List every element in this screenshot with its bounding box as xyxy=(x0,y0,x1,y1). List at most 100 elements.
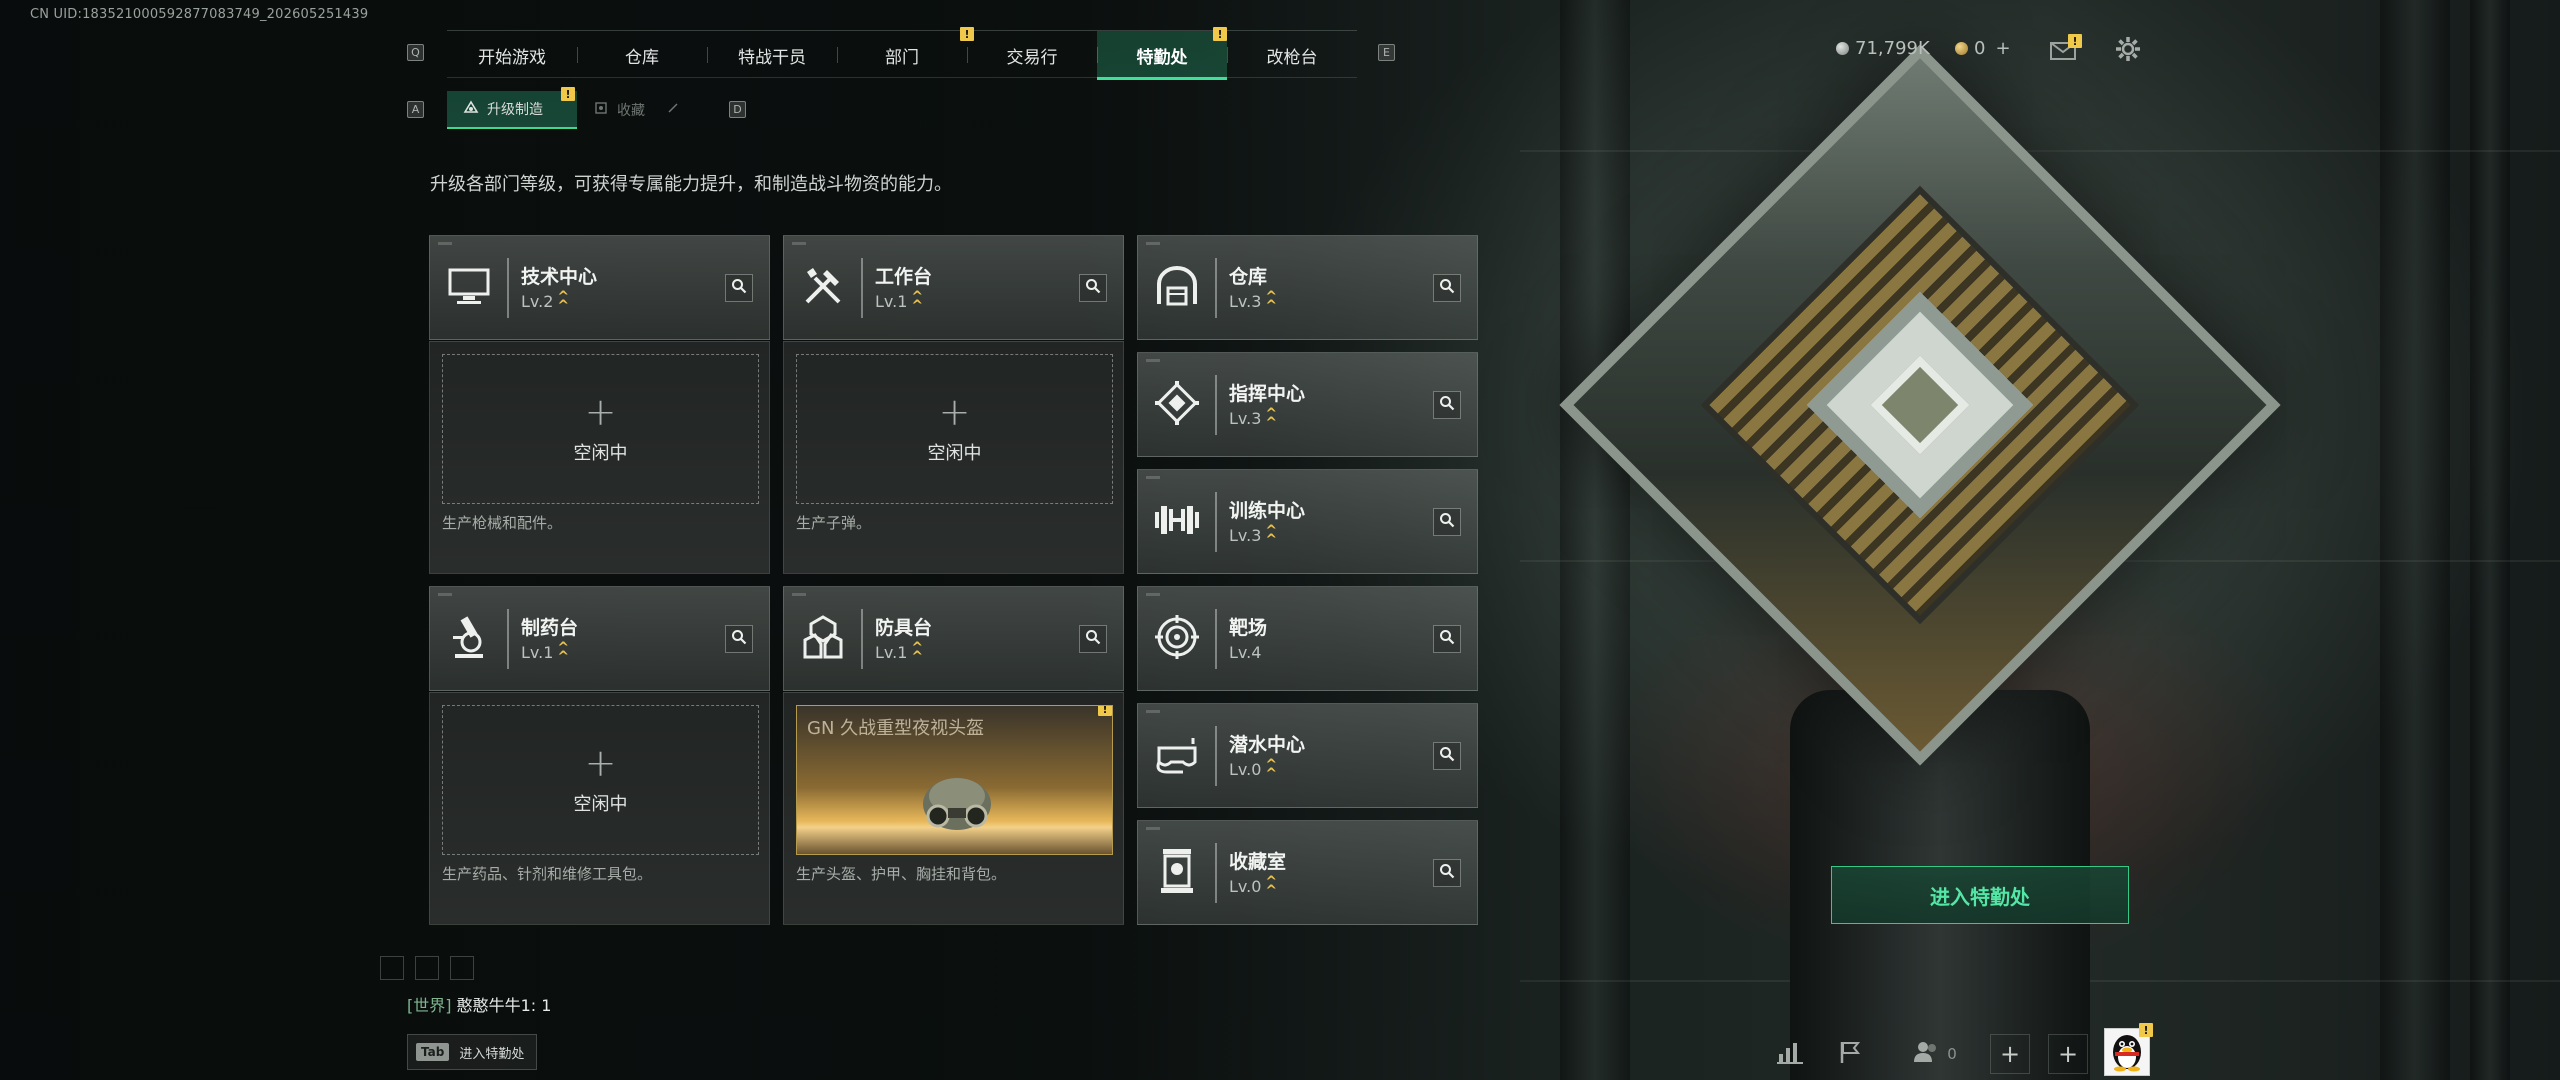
tab-warehouse[interactable]: 仓库 xyxy=(577,31,707,79)
plus-icon: + xyxy=(1999,1040,2021,1068)
coin-icon xyxy=(1836,42,1849,55)
facility-card-pharmacy[interactable]: 制药台 Lv.1 ^ ^ xyxy=(429,586,770,691)
flag-icon xyxy=(1838,1040,1862,1068)
subtab-collection[interactable]: 收藏 xyxy=(577,91,701,129)
plus-icon: + xyxy=(584,741,617,785)
facility-card-armory[interactable]: 防具台 Lv.1 ^ ^ xyxy=(783,586,1124,691)
facility-card-tech-center[interactable]: 技术中心 Lv.2 ^ ^ xyxy=(429,235,770,340)
chat-line: [世界] 憨憨牛牛1: 1 xyxy=(407,996,552,1015)
alert-badge: ! xyxy=(1213,27,1227,41)
alert-badge: ! xyxy=(2139,1023,2153,1037)
production-panel-tech-center: + 空闲中 生产枪械和配件。 xyxy=(429,341,770,574)
page-description: 升级各部门等级，可获得专属能力提升，和制造战斗物资的能力。 xyxy=(430,174,952,195)
settings-button[interactable] xyxy=(2113,36,2143,66)
key-hint-d: D xyxy=(729,101,746,118)
chat-option-button[interactable] xyxy=(380,956,404,980)
plus-icon: + xyxy=(2057,1040,2079,1068)
upgrade-arrow-icon: ^ ^ xyxy=(911,289,924,314)
monitor-icon xyxy=(444,261,494,311)
search-icon xyxy=(1439,512,1455,532)
facility-card-warehouse[interactable]: 仓库 Lv.3 ^ ^ xyxy=(1137,235,1478,340)
upgrade-arrow-icon: ^ ^ xyxy=(1265,523,1278,548)
avatar[interactable]: ! xyxy=(2104,1023,2153,1076)
search-button[interactable] xyxy=(725,274,753,302)
upgrade-arrow-icon: ^ ^ xyxy=(1265,874,1278,899)
upgrade-arrow-icon: ^ ^ xyxy=(1265,757,1278,782)
tab-operators[interactable]: 特战干员 xyxy=(707,31,837,79)
plus-icon: + xyxy=(938,390,971,434)
friends-icon xyxy=(1913,1040,1939,1068)
upgrade-arrow-icon: ^ ^ xyxy=(557,640,570,665)
production-panel-workbench: + 空闲中 生产子弹。 xyxy=(783,341,1124,574)
search-button[interactable] xyxy=(725,625,753,653)
search-button[interactable] xyxy=(1433,508,1461,536)
subtab-upgrade-craft[interactable]: 升级制造 ! xyxy=(447,87,577,129)
search-button[interactable] xyxy=(1433,274,1461,302)
search-button[interactable] xyxy=(1079,625,1107,653)
tab-trading[interactable]: 交易行 xyxy=(967,31,1097,79)
tab-hint[interactable]: Tab 进入特勤处 xyxy=(407,1034,538,1070)
warehouse-icon xyxy=(1152,261,1202,311)
alert-badge: ! xyxy=(561,87,575,101)
chat-option-button[interactable] xyxy=(450,956,474,980)
armor-icon xyxy=(798,612,848,662)
production-item-helmet[interactable]: GN 久战重型夜视头盔 ! xyxy=(796,705,1113,855)
add-team-button[interactable]: + xyxy=(2048,1034,2088,1074)
add-currency-button[interactable]: + xyxy=(1995,38,2010,59)
command-icon xyxy=(1152,378,1202,428)
facility-card-shooting-range[interactable]: 靶场 Lv.4 xyxy=(1137,586,1478,691)
plus-icon: + xyxy=(584,390,617,434)
tab-gunsmith[interactable]: 改枪台 xyxy=(1227,31,1357,79)
search-icon xyxy=(1439,278,1455,298)
search-icon xyxy=(731,629,747,649)
mail-button[interactable]: ! xyxy=(2048,34,2082,66)
helmet-image xyxy=(912,768,1002,840)
facility-card-workbench[interactable]: 工作台 Lv.1 ^ ^ xyxy=(783,235,1124,340)
gold-coin-icon xyxy=(1955,42,1968,55)
production-slot[interactable]: + 空闲中 xyxy=(442,705,759,855)
search-button[interactable] xyxy=(1433,742,1461,770)
alert-badge: ! xyxy=(2068,34,2082,48)
search-icon xyxy=(1085,278,1101,298)
edit-icon xyxy=(667,102,679,118)
production-slot[interactable]: + 空闲中 xyxy=(442,354,759,504)
production-slot[interactable]: + 空闲中 xyxy=(796,354,1113,504)
enter-special-ops-button[interactable]: 进入特勤处 xyxy=(1831,866,2129,924)
add-friend-button[interactable]: + xyxy=(1990,1034,2030,1074)
currency-secondary: 0 + xyxy=(1955,38,2011,59)
search-icon xyxy=(1085,629,1101,649)
gear-icon xyxy=(2115,36,2141,66)
production-panel-pharmacy: + 空闲中 生产药品、针剂和维修工具包。 xyxy=(429,692,770,925)
search-button[interactable] xyxy=(1079,274,1107,302)
chat-option-button[interactable] xyxy=(415,956,439,980)
search-button[interactable] xyxy=(1433,859,1461,887)
tab-start-game[interactable]: 开始游戏 xyxy=(447,31,577,79)
production-panel-armory: GN 久战重型夜视头盔 ! 生产头盔、护甲、胸挂和背包。 xyxy=(783,692,1124,925)
facility-card-training-center[interactable]: 训练中心 Lv.3 ^ ^ xyxy=(1137,469,1478,574)
main-nav: 开始游戏 仓库 特战干员 部门 ! 交易行 特勤处 ! 改枪台 xyxy=(447,27,1357,80)
facility-card-collection-room[interactable]: 收藏室 Lv.0 ^ ^ xyxy=(1137,820,1478,925)
search-icon xyxy=(1439,863,1455,883)
alert-badge: ! xyxy=(1098,706,1112,716)
tools-icon xyxy=(798,261,848,311)
tab-special-ops[interactable]: 特勤处 ! xyxy=(1097,27,1227,80)
dumbbell-icon xyxy=(1152,495,1202,545)
collection-icon xyxy=(593,101,609,119)
upgrade-arrow-icon: ^ ^ xyxy=(1265,289,1278,314)
search-button[interactable] xyxy=(1433,391,1461,419)
facility-card-diving-center[interactable]: 潜水中心 Lv.0 ^ ^ xyxy=(1137,703,1478,808)
upgrade-arrow-icon: ^ ^ xyxy=(1265,406,1278,431)
currency-primary: 71,799K xyxy=(1836,38,1930,59)
microscope-icon xyxy=(444,612,494,662)
flag-button[interactable] xyxy=(1830,1034,1870,1074)
stats-button[interactable] xyxy=(1770,1034,1810,1074)
trophy-icon xyxy=(1152,846,1202,896)
search-button[interactable] xyxy=(1433,625,1461,653)
friends-button[interactable]: 0 xyxy=(1905,1034,1965,1074)
tab-departments[interactable]: 部门 ! xyxy=(837,27,974,79)
key-hint-a: A xyxy=(407,101,424,118)
sub-nav: 升级制造 ! 收藏 xyxy=(447,87,701,129)
target-icon xyxy=(1152,612,1202,662)
facility-card-command-center[interactable]: 指挥中心 Lv.3 ^ ^ xyxy=(1137,352,1478,457)
search-icon xyxy=(1439,746,1455,766)
